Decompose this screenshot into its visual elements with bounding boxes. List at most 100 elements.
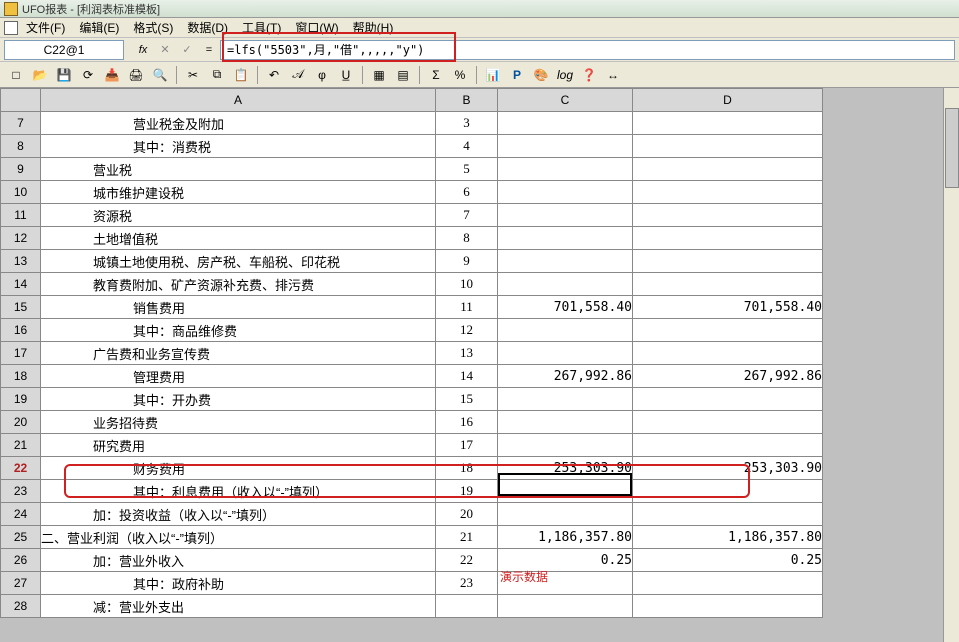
corner-cell[interactable] bbox=[1, 89, 41, 112]
cell-value-c[interactable] bbox=[498, 158, 633, 181]
cell-lineno[interactable]: 5 bbox=[436, 158, 498, 181]
cell-label[interactable]: 研究费用 bbox=[41, 434, 436, 457]
table-row[interactable]: 17广告费和业务宣传费13 bbox=[1, 342, 823, 365]
cell-label[interactable]: 销售费用 bbox=[41, 296, 436, 319]
cell-lineno[interactable]: 13 bbox=[436, 342, 498, 365]
cell-value-c[interactable] bbox=[498, 112, 633, 135]
row-header[interactable]: 12 bbox=[1, 227, 41, 250]
formula-input[interactable] bbox=[220, 40, 955, 60]
cell-lineno[interactable]: 22 bbox=[436, 549, 498, 572]
cell-value-c[interactable] bbox=[498, 480, 633, 503]
equals-button[interactable]: = bbox=[200, 41, 218, 59]
row-header[interactable]: 17 bbox=[1, 342, 41, 365]
table-row[interactable]: 10城市维护建设税6 bbox=[1, 181, 823, 204]
cell-value-c[interactable] bbox=[498, 503, 633, 526]
cell-lineno[interactable]: 23 bbox=[436, 572, 498, 595]
cell-label[interactable]: 其中：政府补助 bbox=[41, 572, 436, 595]
table-row[interactable]: 22财务费用18253,303.90253,303.90 bbox=[1, 457, 823, 480]
table-row[interactable]: 23其中：利息费用（收入以“-”填列）19 bbox=[1, 480, 823, 503]
cell-lineno[interactable]: 17 bbox=[436, 434, 498, 457]
row-header[interactable]: 28 bbox=[1, 595, 41, 618]
cell-value-d[interactable] bbox=[633, 227, 823, 250]
cell-label[interactable]: 其中：消费税 bbox=[41, 135, 436, 158]
table-row[interactable]: 28减：营业外支出 bbox=[1, 595, 823, 618]
cancel-button[interactable]: ✕ bbox=[156, 41, 174, 59]
table-row[interactable]: 18管理费用14267,992.86267,992.86 bbox=[1, 365, 823, 388]
cell-lineno[interactable]: 12 bbox=[436, 319, 498, 342]
cell-value-c[interactable]: 253,303.90 bbox=[498, 457, 633, 480]
cell-lineno[interactable]: 14 bbox=[436, 365, 498, 388]
log-icon[interactable]: log bbox=[555, 65, 575, 85]
table-row[interactable]: 26加：营业外收入220.250.25 bbox=[1, 549, 823, 572]
row-header[interactable]: 9 bbox=[1, 158, 41, 181]
row-header[interactable]: 8 bbox=[1, 135, 41, 158]
table-row[interactable]: 11资源税7 bbox=[1, 204, 823, 227]
table-row[interactable]: 15销售费用11701,558.40701,558.40 bbox=[1, 296, 823, 319]
table-row[interactable]: 21研究费用17 bbox=[1, 434, 823, 457]
cell-label[interactable]: 减：营业外支出 bbox=[41, 595, 436, 618]
cell-value-c[interactable] bbox=[498, 204, 633, 227]
cell-lineno[interactable]: 9 bbox=[436, 250, 498, 273]
cell-lineno[interactable]: 6 bbox=[436, 181, 498, 204]
color-icon[interactable]: 🎨 bbox=[531, 65, 551, 85]
cell-label[interactable]: 营业税金及附加 bbox=[41, 112, 436, 135]
cell-label[interactable]: 土地增值税 bbox=[41, 227, 436, 250]
cell-lineno[interactable]: 8 bbox=[436, 227, 498, 250]
vertical-scrollbar[interactable] bbox=[943, 88, 959, 642]
table-row[interactable]: 14教育费附加、矿产资源补充费、排污费10 bbox=[1, 273, 823, 296]
table-row[interactable]: 20业务招待费16 bbox=[1, 411, 823, 434]
grid2-icon[interactable]: ▤ bbox=[393, 65, 413, 85]
cell-value-c[interactable]: 701,558.40 bbox=[498, 296, 633, 319]
cell-value-c[interactable]: 267,992.86 bbox=[498, 365, 633, 388]
cell-value-d[interactable] bbox=[633, 434, 823, 457]
cell-lineno[interactable] bbox=[436, 595, 498, 618]
undo-icon[interactable]: ↶ bbox=[264, 65, 284, 85]
cell-value-d[interactable] bbox=[633, 572, 823, 595]
cell-value-d[interactable] bbox=[633, 181, 823, 204]
cell-value-c[interactable] bbox=[498, 342, 633, 365]
help-icon[interactable]: ❓ bbox=[579, 65, 599, 85]
cell-value-d[interactable] bbox=[633, 250, 823, 273]
cell-label[interactable]: 业务招待费 bbox=[41, 411, 436, 434]
cut-icon[interactable]: ✂ bbox=[183, 65, 203, 85]
new-icon[interactable]: □ bbox=[6, 65, 26, 85]
row-header[interactable]: 23 bbox=[1, 480, 41, 503]
cell-value-d[interactable] bbox=[633, 112, 823, 135]
cell-value-d[interactable]: 0.25 bbox=[633, 549, 823, 572]
cell-value-c[interactable] bbox=[498, 181, 633, 204]
cell-label[interactable]: 资源税 bbox=[41, 204, 436, 227]
cell-label[interactable]: 财务费用 bbox=[41, 457, 436, 480]
copy-icon[interactable]: ⧉ bbox=[207, 65, 227, 85]
col-header-c[interactable]: C bbox=[498, 89, 633, 112]
cell-lineno[interactable]: 3 bbox=[436, 112, 498, 135]
cell-value-d[interactable]: 701,558.40 bbox=[633, 296, 823, 319]
row-header[interactable]: 13 bbox=[1, 250, 41, 273]
cell-value-d[interactable] bbox=[633, 503, 823, 526]
menu-data[interactable]: 数据(D) bbox=[187, 19, 228, 36]
cell-label[interactable]: 加：营业外收入 bbox=[41, 549, 436, 572]
chart-icon[interactable]: 📊 bbox=[483, 65, 503, 85]
cell-lineno[interactable]: 10 bbox=[436, 273, 498, 296]
row-header[interactable]: 22 bbox=[1, 457, 41, 480]
cell-value-c[interactable] bbox=[498, 411, 633, 434]
cell-value-d[interactable]: 253,303.90 bbox=[633, 457, 823, 480]
preview-icon[interactable]: 🔍 bbox=[150, 65, 170, 85]
cell-value-c[interactable] bbox=[498, 250, 633, 273]
table-row[interactable]: 9营业税5 bbox=[1, 158, 823, 181]
cell-value-d[interactable] bbox=[633, 342, 823, 365]
accept-button[interactable]: ✓ bbox=[178, 41, 196, 59]
table-row[interactable]: 19其中：开办费15 bbox=[1, 388, 823, 411]
underline-icon[interactable]: U̲ bbox=[336, 65, 356, 85]
cell-value-c[interactable] bbox=[498, 319, 633, 342]
cell-lineno[interactable]: 16 bbox=[436, 411, 498, 434]
row-header[interactable]: 26 bbox=[1, 549, 41, 572]
col-header-b[interactable]: B bbox=[436, 89, 498, 112]
cell-lineno[interactable]: 20 bbox=[436, 503, 498, 526]
row-header[interactable]: 15 bbox=[1, 296, 41, 319]
cell-value-c[interactable] bbox=[498, 273, 633, 296]
row-header[interactable]: 19 bbox=[1, 388, 41, 411]
arrow-icon[interactable]: ↔ bbox=[603, 65, 623, 85]
phi-icon[interactable]: φ bbox=[312, 65, 332, 85]
table-row[interactable]: 24加：投资收益（收入以“-”填列）20 bbox=[1, 503, 823, 526]
table-row[interactable]: 8其中：消费税4 bbox=[1, 135, 823, 158]
